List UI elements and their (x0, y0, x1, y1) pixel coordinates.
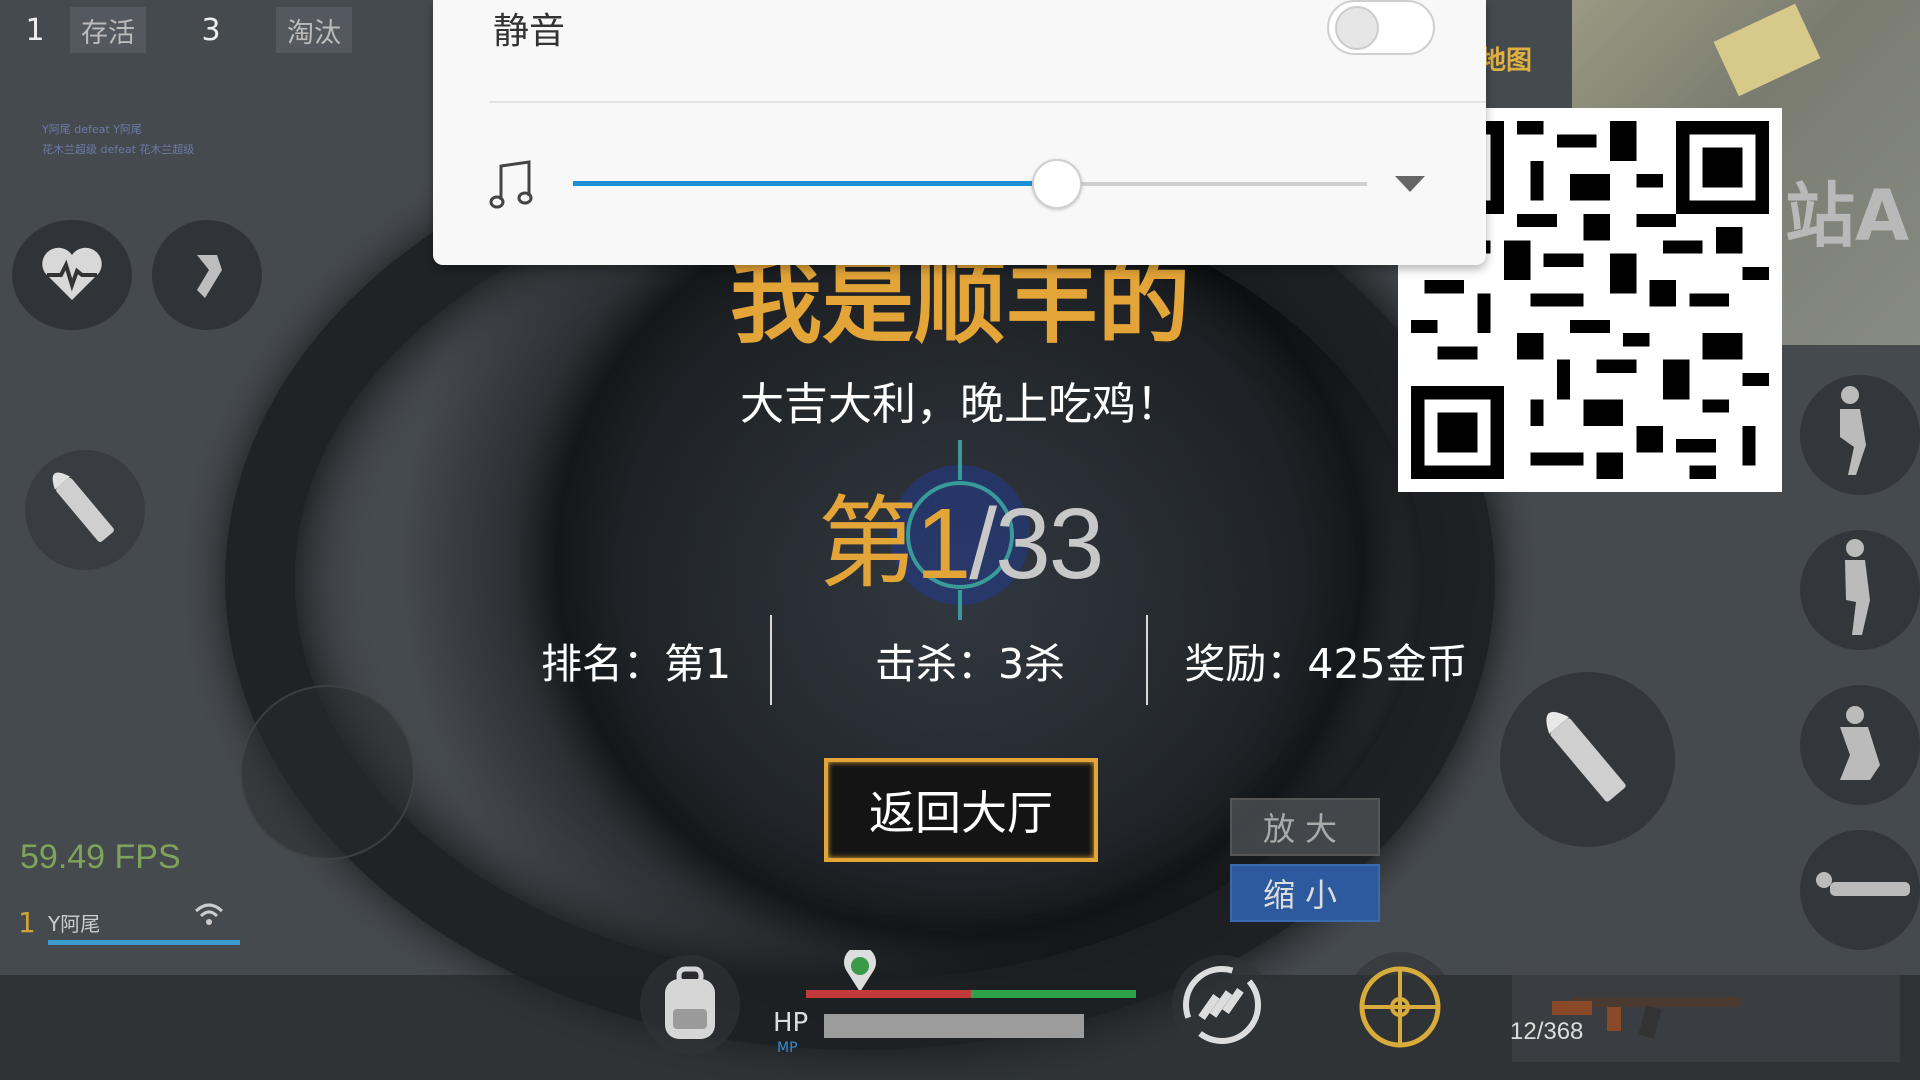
alive-label: 存活 (70, 7, 146, 53)
team-number: 1 (18, 906, 36, 939)
backpack-icon (665, 966, 715, 1039)
music-note-icon (489, 160, 533, 209)
stat-rank: 排名：第1 (540, 640, 732, 688)
kill-feed-line: Y阿尾 defeat Y阿尾 (42, 123, 142, 136)
reload-button[interactable] (1172, 955, 1272, 1055)
weapon-slot[interactable] (1512, 962, 1900, 1062)
stand-icon (1845, 539, 1870, 635)
result-subtitle: 大吉大利，晚上吃鸡！ (740, 379, 1180, 430)
movement-joystick[interactable] (240, 685, 415, 860)
reload-icon (1183, 966, 1261, 1044)
crouch-button[interactable] (1800, 685, 1920, 805)
mute-toggle-knob (1335, 6, 1379, 50)
player-health-bar (48, 940, 240, 945)
fire-button[interactable] (1500, 672, 1675, 847)
minimap-area-label: 站A (1785, 175, 1910, 257)
mute-toggle[interactable] (1327, 0, 1435, 55)
rank-display: 第1/33 (620, 462, 1300, 607)
run-status-icon (844, 950, 876, 992)
bandage-icon (197, 255, 222, 298)
kill-feed: Y阿尾 defeat Y阿尾 花木兰超级 defeat 花木兰超级 (42, 120, 194, 160)
minimap-building (1713, 3, 1821, 97)
heart-rate-icon (42, 247, 102, 300)
hp-label: HP (773, 1008, 809, 1038)
popup-divider (489, 101, 1486, 103)
stat-divider (1146, 615, 1148, 705)
back-to-lobby-button[interactable]: 返回大厅 (824, 758, 1098, 862)
energy-bar-red (806, 990, 971, 998)
stats-row: 排名：第1 击杀：3杀 奖励：425金币 (456, 615, 1484, 705)
wifi-icon (194, 903, 224, 925)
top-hud: 1 存活 3 淘汰 (0, 0, 440, 60)
aim-button[interactable] (1345, 952, 1455, 1062)
map-button-label: 地图 (1480, 46, 1533, 76)
bullet-icon (52, 472, 114, 543)
kill-feed-line: 花木兰超级 defeat 花木兰超级 (42, 143, 195, 156)
bandage-button[interactable] (152, 220, 262, 330)
eliminated-count: 3 (201, 12, 221, 48)
backpack-button[interactable] (640, 955, 740, 1055)
map-button[interactable]: 地图 (1480, 40, 1550, 110)
zoom-out-button[interactable]: 缩小 (1230, 864, 1380, 922)
player-name: Y阿尾 (48, 912, 101, 936)
mp-label: MP (777, 1040, 798, 1056)
ammo-counter: 12/368 (1510, 1018, 1584, 1045)
rifle-icon (1552, 997, 1742, 1039)
rank-total: /33 (969, 488, 1104, 600)
crouch-icon (1840, 706, 1880, 780)
sprint-button[interactable] (1800, 375, 1920, 495)
sprint-icon (1840, 386, 1866, 475)
stand-button[interactable] (1800, 530, 1920, 650)
volume-slider-fill (573, 181, 1058, 186)
stat-reward: 奖励：425金币 (1184, 640, 1468, 688)
prone-icon (1816, 872, 1910, 896)
rank-prefix: 第1 (817, 488, 972, 600)
hp-bar (824, 1014, 1084, 1038)
eliminated-label: 淘汰 (276, 7, 352, 53)
fps-counter: 59.49 FPS (20, 838, 181, 876)
sound-settings-popup: 静音 (433, 0, 1486, 265)
ammo-pickup-button[interactable] (25, 450, 145, 570)
bullet-icon (1545, 711, 1626, 802)
alive-count: 1 (25, 12, 45, 48)
mute-label: 静音 (493, 11, 566, 52)
stat-divider (770, 615, 772, 705)
heal-button[interactable] (12, 220, 132, 330)
player-status: 1 Y阿尾 (14, 902, 244, 948)
chevron-down-icon[interactable] (1393, 172, 1427, 194)
volume-slider-thumb[interactable] (1032, 159, 1083, 209)
prone-button[interactable] (1800, 830, 1920, 950)
stat-kills: 击杀：3杀 (874, 640, 1066, 688)
crosshair-icon (1359, 966, 1441, 1048)
zoom-in-button[interactable]: 放大 (1230, 798, 1380, 856)
